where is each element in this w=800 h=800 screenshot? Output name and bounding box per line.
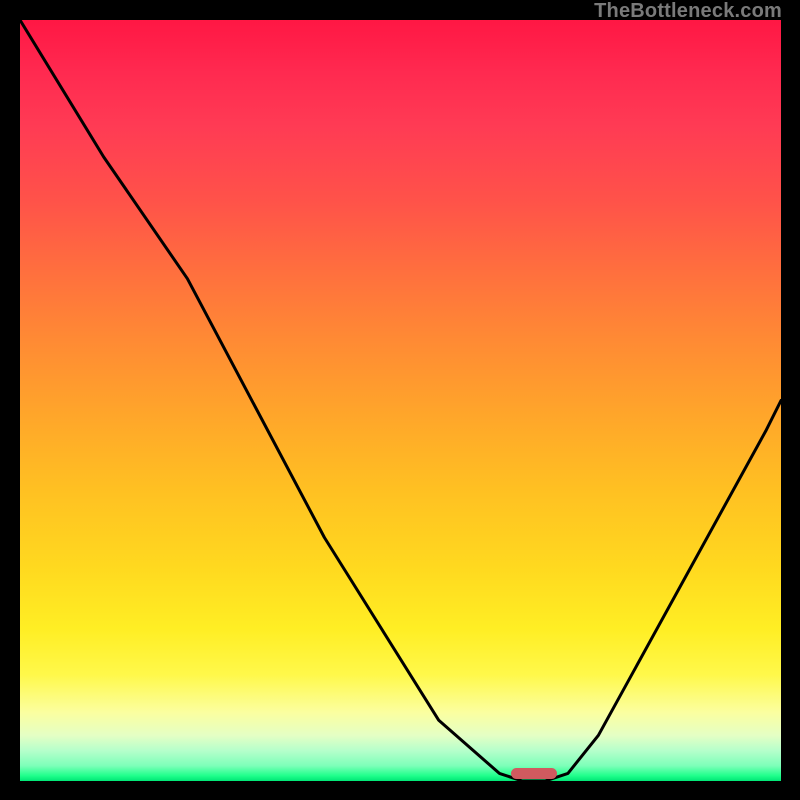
- plot-area: [20, 20, 781, 781]
- chart-frame: TheBottleneck.com: [0, 0, 800, 800]
- watermark-text: TheBottleneck.com: [594, 0, 782, 23]
- bottleneck-curve: [20, 20, 781, 781]
- optimal-marker: [511, 768, 557, 779]
